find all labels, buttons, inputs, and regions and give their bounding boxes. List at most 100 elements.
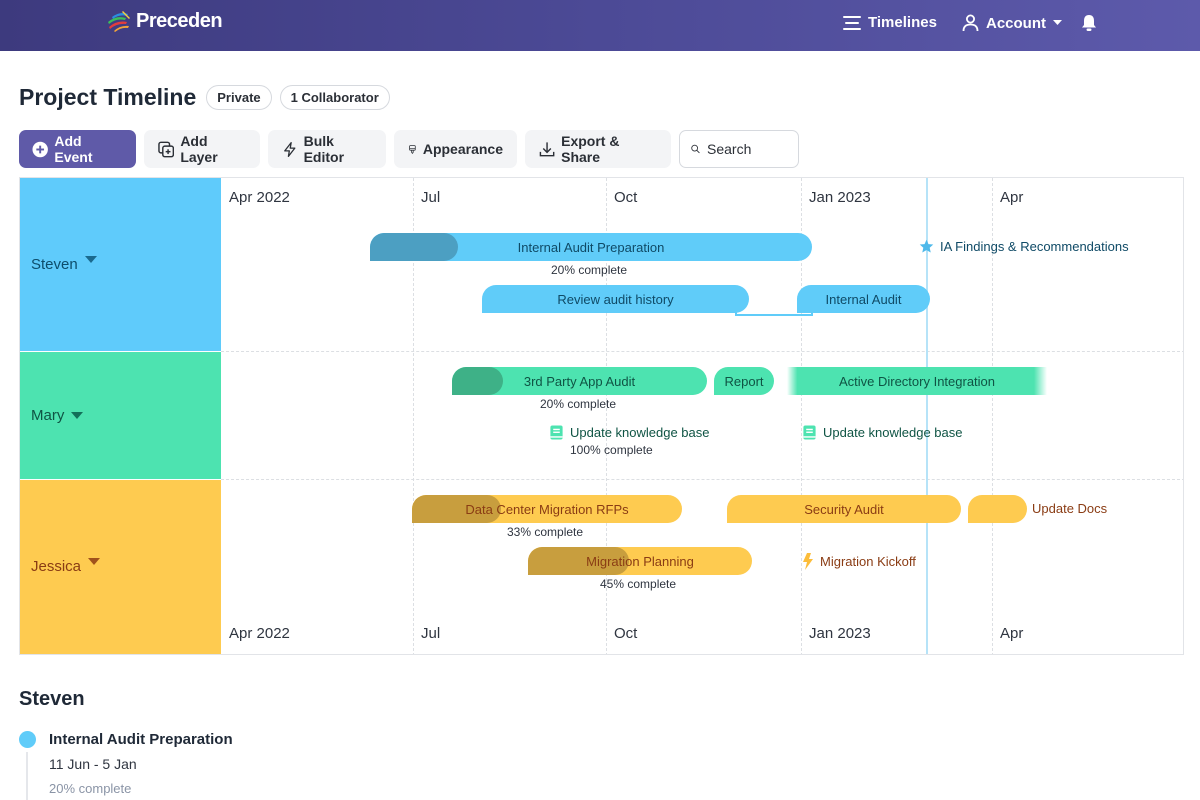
progress-fill: [452, 367, 503, 395]
milestone-label: Update knowledge base: [823, 425, 963, 440]
lane-steven[interactable]: Steven: [20, 178, 221, 351]
lane-steven-label: Steven: [31, 256, 78, 273]
event-color-dot: [19, 731, 36, 748]
event-progress: 33% complete: [507, 525, 584, 539]
brand-logo[interactable]: Preceden: [106, 9, 223, 33]
list-connector-line: [26, 752, 28, 800]
plus-circle-icon: [32, 141, 48, 157]
event-migration-planning[interactable]: Migration Planning: [528, 547, 752, 575]
title-row: Project Timeline Private 1 Collaborator: [19, 84, 390, 111]
event-label: Security Audit: [804, 501, 884, 517]
paint-brush-icon: [409, 144, 416, 154]
add-layer-icon: [158, 141, 175, 157]
event-label: Active Directory Integration: [838, 373, 996, 389]
chevron-down-icon: [1053, 20, 1062, 25]
lane-mary-label: Mary: [31, 407, 65, 424]
event-update-docs[interactable]: [968, 495, 1027, 523]
add-event-button[interactable]: Add Event: [19, 130, 136, 168]
search-input[interactable]: [707, 141, 787, 157]
axis-bottom-label: Apr: [1000, 625, 1024, 642]
book-icon: [550, 425, 563, 440]
axis-bottom-label: Jul: [421, 625, 441, 642]
add-layer-label: Add Layer: [180, 133, 218, 165]
lane-divider: [221, 479, 1183, 480]
nav-account[interactable]: Account: [962, 14, 1062, 32]
event-report[interactable]: Report: [714, 367, 774, 395]
axis-top-label: Oct: [614, 189, 638, 206]
event-progress: 20% complete: [551, 263, 628, 277]
progress-fill: [370, 233, 459, 261]
bell-icon: [1082, 15, 1096, 31]
star-icon: [919, 239, 934, 253]
search-field[interactable]: [679, 130, 799, 168]
lane-jessica-label: Jessica: [31, 558, 82, 575]
event-update-docs-label[interactable]: Update Docs: [1032, 501, 1107, 516]
event-progress: 20% complete: [540, 397, 617, 411]
axis-top-label: Jan 2023: [809, 189, 871, 206]
event-progress: 45% complete: [600, 577, 677, 591]
event-internal-audit[interactable]: Internal Audit: [797, 285, 930, 313]
caret-down-icon: [88, 558, 101, 565]
lane-divider: [221, 351, 1183, 352]
bulk-editor-label: Bulk Editor: [303, 133, 345, 165]
toolbar: Add Event Add Layer Bulk Editor Appearan…: [19, 130, 799, 168]
brand-name: Preceden: [136, 9, 223, 32]
add-event-label: Add Event: [54, 133, 93, 165]
add-layer-button[interactable]: Add Layer: [144, 130, 260, 168]
event-label: Migration Planning: [586, 553, 694, 569]
event-progress: 100% complete: [570, 443, 653, 457]
event-label: Internal Audit: [825, 291, 902, 307]
event-review-audit-history[interactable]: Review audit history: [482, 285, 749, 313]
milestone-update-knowledge-base[interactable]: Update knowledge base: [549, 425, 710, 440]
axis-top-label: Apr: [1000, 189, 1024, 206]
axis-bottom-label: Jan 2023: [809, 625, 871, 642]
menu-icon: [843, 15, 861, 30]
user-icon: [962, 14, 979, 32]
event-3rd-party-app-audit[interactable]: 3rd Party App Audit: [452, 367, 707, 395]
preceden-logo-icon: [108, 11, 130, 32]
nav-timelines[interactable]: Timelines: [843, 14, 937, 31]
lightning-icon: [803, 553, 813, 570]
milestone-label: Migration Kickoff: [820, 554, 916, 569]
event-label: Data Center Migration RFPs: [465, 501, 629, 517]
detail-event-title[interactable]: Internal Audit Preparation: [49, 731, 233, 748]
event-label: Report: [724, 373, 764, 389]
event-label: Review audit history: [557, 291, 674, 307]
event-data-center-migration-rfps[interactable]: Data Center Migration RFPs: [412, 495, 682, 523]
search-icon: [691, 144, 700, 154]
event-label: Internal Audit Preparation: [517, 239, 665, 255]
milestone-migration-kickoff[interactable]: Migration Kickoff: [802, 553, 916, 570]
axis-bottom-label: Oct: [614, 625, 638, 642]
collaborators-badge[interactable]: 1 Collaborator: [279, 85, 390, 110]
milestone-label: Update knowledge base: [570, 425, 710, 440]
notifications-button[interactable]: [1081, 14, 1097, 32]
lane-mary[interactable]: Mary: [20, 352, 221, 479]
caret-down-icon: [84, 256, 97, 263]
details-section-title: Steven: [19, 688, 85, 710]
milestone-update-knowledge-base[interactable]: Update knowledge base: [802, 425, 963, 440]
privacy-badge[interactable]: Private: [206, 85, 272, 110]
page-title: Project Timeline: [19, 84, 197, 110]
axis-bottom-label: Apr 2022: [229, 625, 290, 642]
appearance-button[interactable]: Appearance: [394, 130, 517, 168]
event-internal-audit-preparation[interactable]: Internal Audit Preparation: [370, 233, 812, 261]
download-icon: [539, 141, 555, 156]
top-navigation-bar: Preceden Timelines Account: [0, 0, 1200, 51]
lightning-icon: [284, 141, 296, 157]
book-icon: [803, 425, 816, 440]
caret-down-icon: [71, 412, 84, 419]
timeline-canvas: Steven Mary Jessica Apr 2022 Jul Oct Jan…: [19, 177, 1184, 655]
axis-top-label: Jul: [421, 189, 441, 206]
axis-top-label: Apr 2022: [229, 189, 290, 206]
export-share-label: Export & Share: [561, 133, 620, 165]
detail-event-dates: 11 Jun - 5 Jan: [49, 756, 137, 772]
event-active-directory-integration[interactable]: Active Directory Integration: [787, 367, 1047, 395]
lane-jessica[interactable]: Jessica: [20, 480, 221, 654]
export-share-button[interactable]: Export & Share: [525, 130, 671, 168]
milestone-ia-findings[interactable]: IA Findings & Recommendations: [919, 239, 1129, 254]
event-security-audit[interactable]: Security Audit: [727, 495, 961, 523]
event-label: 3rd Party App Audit: [523, 373, 636, 389]
bulk-editor-button[interactable]: Bulk Editor: [268, 130, 386, 168]
nav-account-label: Account: [986, 14, 1046, 32]
milestone-label: IA Findings & Recommendations: [940, 239, 1129, 254]
